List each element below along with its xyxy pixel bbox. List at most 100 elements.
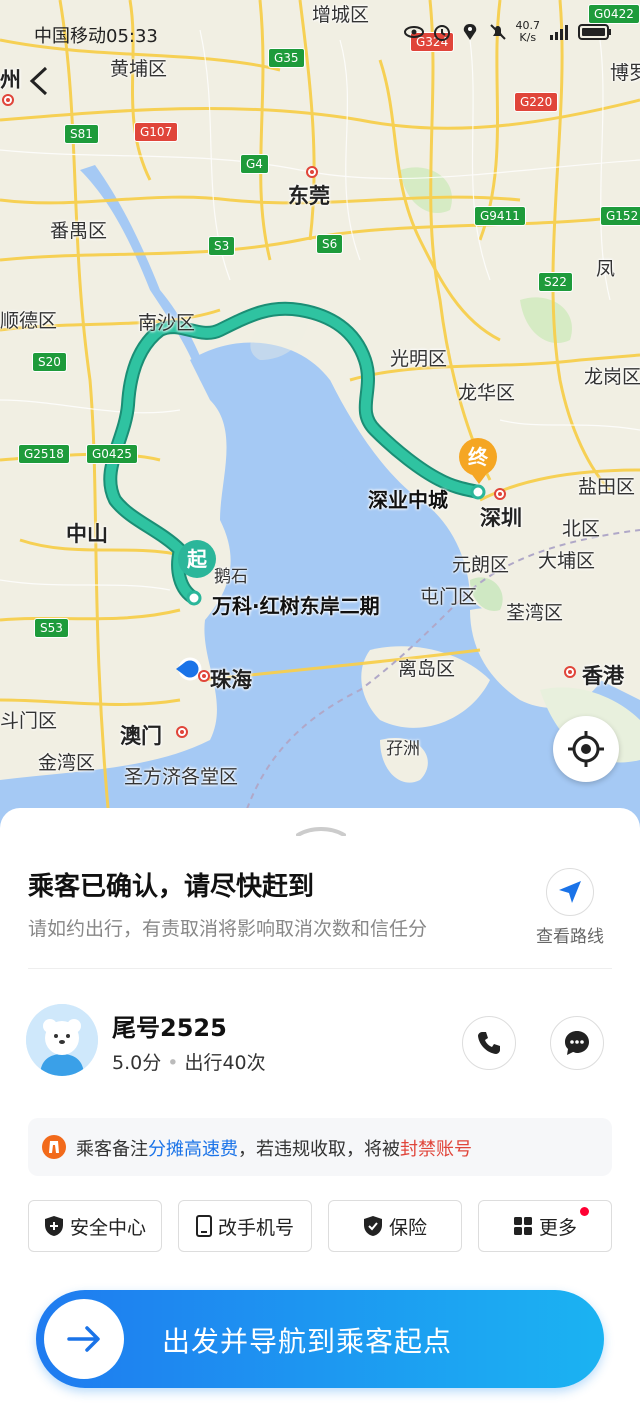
road-shield: G0425 (86, 444, 138, 464)
phone-icon (195, 1215, 212, 1237)
map-label: 离岛区 (398, 658, 456, 680)
view-route-button[interactable]: 查看路线 (530, 868, 610, 947)
status-bar: 中国移动05:33 40.7 K/s (0, 20, 640, 50)
road-shield: S3 (208, 236, 236, 256)
road-shield: S22 (538, 272, 573, 292)
go-circle (44, 1299, 124, 1379)
divider (28, 968, 612, 969)
map-label: 澳门 (120, 724, 162, 748)
panel-title: 乘客已确认，请尽快赶到 (28, 872, 315, 902)
separator-dot: • (167, 1052, 179, 1074)
carrier-time: 中国移动05:33 (34, 26, 158, 47)
map-label: 荃湾区 (506, 602, 564, 624)
phone-icon (478, 1032, 500, 1054)
map-label: 香港 (582, 664, 624, 688)
back-arrow-icon[interactable] (26, 66, 52, 96)
map-label: 孖洲 (386, 739, 420, 759)
end-place-label: 深业中城 (368, 488, 448, 512)
chat-bubble-icon (565, 1031, 589, 1055)
bear-avatar-icon (26, 1004, 98, 1076)
road-shield: G35 (268, 48, 305, 68)
location-icon (463, 24, 476, 40)
notice-middle: ，若违规收取，将被 (238, 1139, 400, 1160)
navigation-arrow-icon (559, 881, 581, 903)
net-speed: 40.7 K/s (516, 20, 541, 44)
notice-prefix: 乘客备注 (76, 1139, 148, 1160)
net-speed-unit: K/s (519, 31, 537, 44)
map-label: 州 (0, 68, 21, 92)
notice-text: 乘客备注分摊高速费，若违规收取，将被封禁账号 (76, 1135, 472, 1161)
road-shield: S81 (64, 124, 99, 144)
more-label: 更多 (538, 1216, 577, 1239)
city-dot (494, 488, 506, 500)
crosshair-icon (568, 731, 604, 767)
locate-button[interactable] (553, 716, 619, 782)
signal-icon (550, 25, 568, 40)
call-button[interactable] (462, 1016, 516, 1070)
map-label: 盐田区 (578, 476, 636, 498)
map-label: 圣方济各堂区 (124, 766, 239, 788)
city-dot (564, 666, 576, 678)
start-navigation-button[interactable]: 出发并导航到乘客起点 (36, 1290, 604, 1388)
change-phone-label: 改手机号 (217, 1216, 294, 1239)
city-dot (198, 670, 210, 682)
battery-icon (578, 24, 611, 40)
road-shield: S6 (316, 234, 344, 254)
map-label: 黄埔区 (110, 58, 168, 80)
start-marker[interactable]: 起 (178, 540, 216, 578)
sheet-handle-icon[interactable] (296, 826, 346, 836)
road-shield: G9411 (474, 206, 526, 226)
map-label: 龙华区 (458, 382, 516, 404)
panel-subtitle: 请如约出行，有责取消将影响取消次数和信任分 (28, 918, 428, 940)
road-shield: S20 (32, 352, 67, 372)
start-place-label: 万科·红树东岸二期 (212, 594, 380, 618)
notice-highlight: 分摊高速费 (148, 1139, 238, 1160)
end-marker[interactable]: 终 (459, 438, 497, 476)
change-phone-button[interactable]: 改手机号 (178, 1200, 312, 1252)
safety-center-label: 安全中心 (69, 1216, 146, 1239)
city-dot (176, 726, 188, 738)
map-label: 深圳 (480, 506, 522, 530)
city-dot (2, 94, 14, 106)
status-icons: 40.7 K/s (403, 20, 613, 44)
map-label: 北区 (562, 518, 601, 540)
message-button[interactable] (550, 1016, 604, 1070)
insurance-button[interactable]: 保险 (328, 1200, 462, 1252)
map-label: 凤 (596, 258, 616, 280)
start-navigation-label: 出发并导航到乘客起点 (162, 1325, 453, 1358)
end-marker-tail (470, 472, 488, 484)
safety-center-button[interactable]: 安全中心 (28, 1200, 162, 1252)
map-label: 大埔区 (538, 550, 596, 572)
notice-warning: 封禁账号 (400, 1139, 472, 1160)
road-shield: S53 (34, 618, 69, 638)
notice-icon-glyph (49, 1141, 59, 1153)
shield-check-icon (363, 1216, 382, 1236)
more-button[interactable]: 更多 (478, 1200, 612, 1252)
avatar[interactable] (26, 1004, 98, 1076)
grid-icon (513, 1217, 532, 1235)
eye-icon (403, 26, 424, 38)
map-view[interactable]: G0422 G35 G324 G107 S81 G220 G4 G9411 G1… (0, 0, 640, 830)
passenger-name: 尾号2525 (112, 1014, 227, 1042)
map-label: 顺德区 (0, 310, 58, 332)
insurance-label: 保险 (388, 1216, 427, 1239)
map-label: 中山 (66, 522, 108, 546)
view-route-circle (546, 868, 594, 916)
bottom-sheet: 乘客已确认，请尽快赶到 请如约出行，有责取消将影响取消次数和信任分 查看路线 尾… (0, 808, 640, 1415)
road-shield: G4 (240, 154, 269, 174)
passenger-trips: 出行40次 (184, 1052, 266, 1074)
map-label: 斗门区 (0, 710, 58, 732)
passenger-rating: 5.0分 (112, 1052, 162, 1074)
road-shield: G152 (600, 206, 640, 226)
map-label: 龙岗区 (584, 366, 640, 388)
arrow-right-icon (67, 1326, 100, 1352)
passenger-stats: 5.0分 • 出行40次 (112, 1048, 266, 1075)
city-dot (306, 166, 318, 178)
mute-icon (489, 24, 506, 40)
map-label: 东莞 (288, 184, 330, 208)
map-label: 金湾区 (38, 752, 96, 774)
map-label: 鹅石 (214, 567, 248, 587)
notice-icon (42, 1135, 66, 1159)
map-label: 元朗区 (452, 554, 510, 576)
map-label: 博罗 (610, 62, 640, 84)
